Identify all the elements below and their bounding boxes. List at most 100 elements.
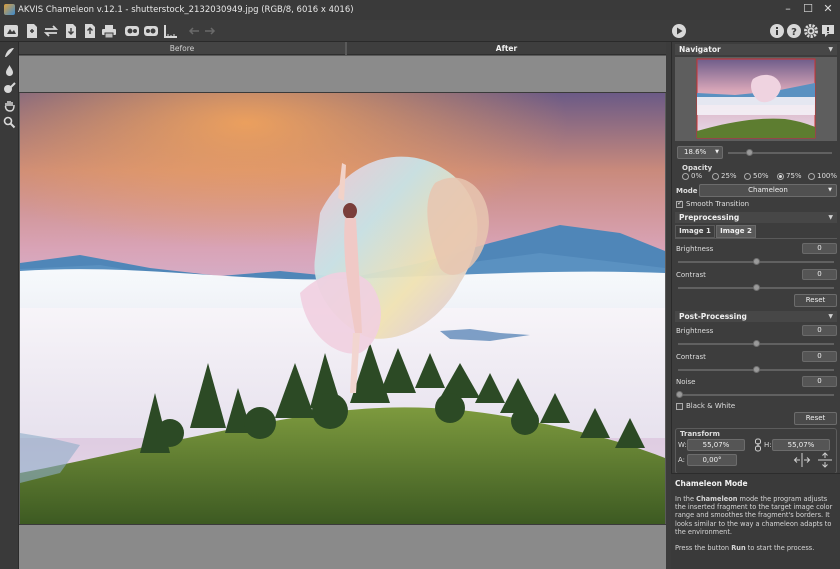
app-icon xyxy=(4,4,15,15)
help-icon[interactable]: ? xyxy=(786,23,802,39)
swap-icon[interactable] xyxy=(43,23,59,39)
transform-title: Transform xyxy=(680,430,720,438)
fragment-tool-icon[interactable] xyxy=(3,46,16,59)
tab-image-2[interactable]: Image 2 xyxy=(716,225,756,238)
zoom-slider-knob[interactable] xyxy=(746,149,753,156)
postprocessing-header[interactable]: Post-Processing ▼ xyxy=(675,311,837,322)
magic-brush-icon[interactable] xyxy=(3,82,16,95)
tools-bar xyxy=(0,42,19,569)
post-contrast-input[interactable]: 0 xyxy=(802,351,837,362)
ruler-icon[interactable] xyxy=(163,23,179,39)
zoom-slider[interactable] xyxy=(728,152,832,154)
title-bar: AKVIS Chameleon v.12.1 - shutterstock_21… xyxy=(0,0,840,20)
info-text-part: to start the process. xyxy=(745,544,815,553)
tab-after[interactable]: After xyxy=(347,42,666,55)
smooth-transition-checkbox[interactable]: ✓ xyxy=(676,199,683,208)
maximize-icon[interactable]: ☐ xyxy=(801,2,815,16)
post-brightness-knob[interactable] xyxy=(753,340,760,347)
tab-image-1[interactable]: Image 1 xyxy=(675,225,715,238)
navigator-preview[interactable] xyxy=(675,57,837,141)
opacity-label: Opacity xyxy=(682,164,713,172)
smooth-transition-label: Smooth Transition xyxy=(686,200,750,208)
print-icon[interactable] xyxy=(101,23,117,39)
chevron-down-icon: ▼ xyxy=(828,46,833,53)
noise-slider[interactable] xyxy=(678,394,834,396)
navigator-header[interactable]: Navigator ▼ xyxy=(675,44,837,55)
opacity-radio-25[interactable] xyxy=(712,173,719,180)
undo-icon[interactable] xyxy=(186,23,202,39)
height-input[interactable]: 55,07% xyxy=(772,439,830,451)
chevron-down-icon: ▼ xyxy=(828,313,833,320)
flip-vertical-icon[interactable] xyxy=(817,452,833,468)
zoom-icon[interactable] xyxy=(3,116,16,129)
tab-before[interactable]: Before xyxy=(19,42,345,55)
pre-contrast-knob[interactable] xyxy=(753,284,760,291)
pre-contrast-label: Contrast xyxy=(676,271,706,279)
info-text-bold: Run xyxy=(731,544,746,553)
open-file-icon[interactable] xyxy=(24,23,40,39)
collage-alt-icon[interactable] xyxy=(143,23,159,39)
opacity-option-label: 25% xyxy=(721,172,737,180)
canvas-top-padding xyxy=(19,56,666,93)
post-brightness-input[interactable]: 0 xyxy=(802,325,837,336)
opacity-radio-100[interactable] xyxy=(808,173,815,180)
zoom-select[interactable]: 18.6% ▼ xyxy=(677,146,723,159)
postprocessing-title: Post-Processing xyxy=(679,312,747,321)
mode-label: Mode xyxy=(676,187,698,195)
width-input[interactable]: 55,07% xyxy=(687,439,745,451)
opacity-option-label: 50% xyxy=(753,172,769,180)
check-icon: ✓ xyxy=(677,199,683,207)
mode-select[interactable]: Chameleon ▼ xyxy=(699,184,837,197)
pre-brightness-knob[interactable] xyxy=(753,258,760,265)
info-text-part: Press the button xyxy=(675,544,732,553)
save-as-icon[interactable] xyxy=(82,23,98,39)
hand-icon[interactable] xyxy=(3,99,16,112)
link-icon[interactable] xyxy=(754,438,762,452)
navigator-title: Navigator xyxy=(679,45,721,54)
save-file-icon[interactable] xyxy=(63,23,79,39)
mode-value: Chameleon xyxy=(748,186,788,194)
opacity-radio-50[interactable] xyxy=(744,173,751,180)
opacity-option-label: 75% xyxy=(786,172,802,180)
black-white-checkbox[interactable] xyxy=(676,403,683,410)
preprocessing-title: Preprocessing xyxy=(679,213,740,222)
redo-icon[interactable] xyxy=(202,23,218,39)
height-label: H: xyxy=(764,441,772,449)
minimize-icon[interactable]: – xyxy=(781,2,795,16)
preprocessing-header[interactable]: Preprocessing ▼ xyxy=(675,212,837,223)
pre-contrast-input[interactable]: 0 xyxy=(802,269,837,280)
post-reset-button[interactable]: Reset xyxy=(794,412,837,425)
post-brightness-label: Brightness xyxy=(676,327,714,335)
angle-input[interactable]: 0,00° xyxy=(687,454,737,466)
flip-horizontal-icon[interactable] xyxy=(793,452,811,468)
opacity-radio-0[interactable] xyxy=(682,173,689,180)
divider xyxy=(675,238,837,239)
width-label: W: xyxy=(678,441,687,449)
info-text-bold: Chameleon xyxy=(696,495,738,503)
notification-icon[interactable] xyxy=(820,23,836,39)
close-icon[interactable]: ✕ xyxy=(821,2,835,16)
chevron-down-icon: ▼ xyxy=(715,149,719,155)
info-icon[interactable] xyxy=(769,23,785,39)
zoom-value: 18.6% xyxy=(684,148,707,156)
pre-brightness-label: Brightness xyxy=(676,245,714,253)
gear-icon[interactable] xyxy=(803,23,819,39)
run-icon[interactable] xyxy=(671,23,687,39)
noise-input[interactable]: 0 xyxy=(802,376,837,387)
info-title: Chameleon Mode xyxy=(675,479,748,488)
pre-reset-button[interactable]: Reset xyxy=(794,294,837,307)
info-text: In the Chameleon mode the program adjust… xyxy=(675,495,835,552)
svg-text:?: ? xyxy=(791,27,797,38)
home-icon[interactable] xyxy=(3,23,19,39)
drop-tool-icon[interactable] xyxy=(3,64,16,77)
noise-knob[interactable] xyxy=(676,391,683,398)
post-contrast-knob[interactable] xyxy=(753,366,760,373)
angle-label: A: xyxy=(678,456,686,464)
collage-icon[interactable] xyxy=(124,23,140,39)
opacity-radio-75[interactable] xyxy=(777,173,784,180)
opacity-option-label: 100% xyxy=(817,172,838,180)
image-canvas[interactable] xyxy=(20,93,665,524)
main-toolbar: ? xyxy=(0,20,840,42)
pre-brightness-input[interactable]: 0 xyxy=(802,243,837,254)
canvas-bottom-padding xyxy=(19,524,666,569)
